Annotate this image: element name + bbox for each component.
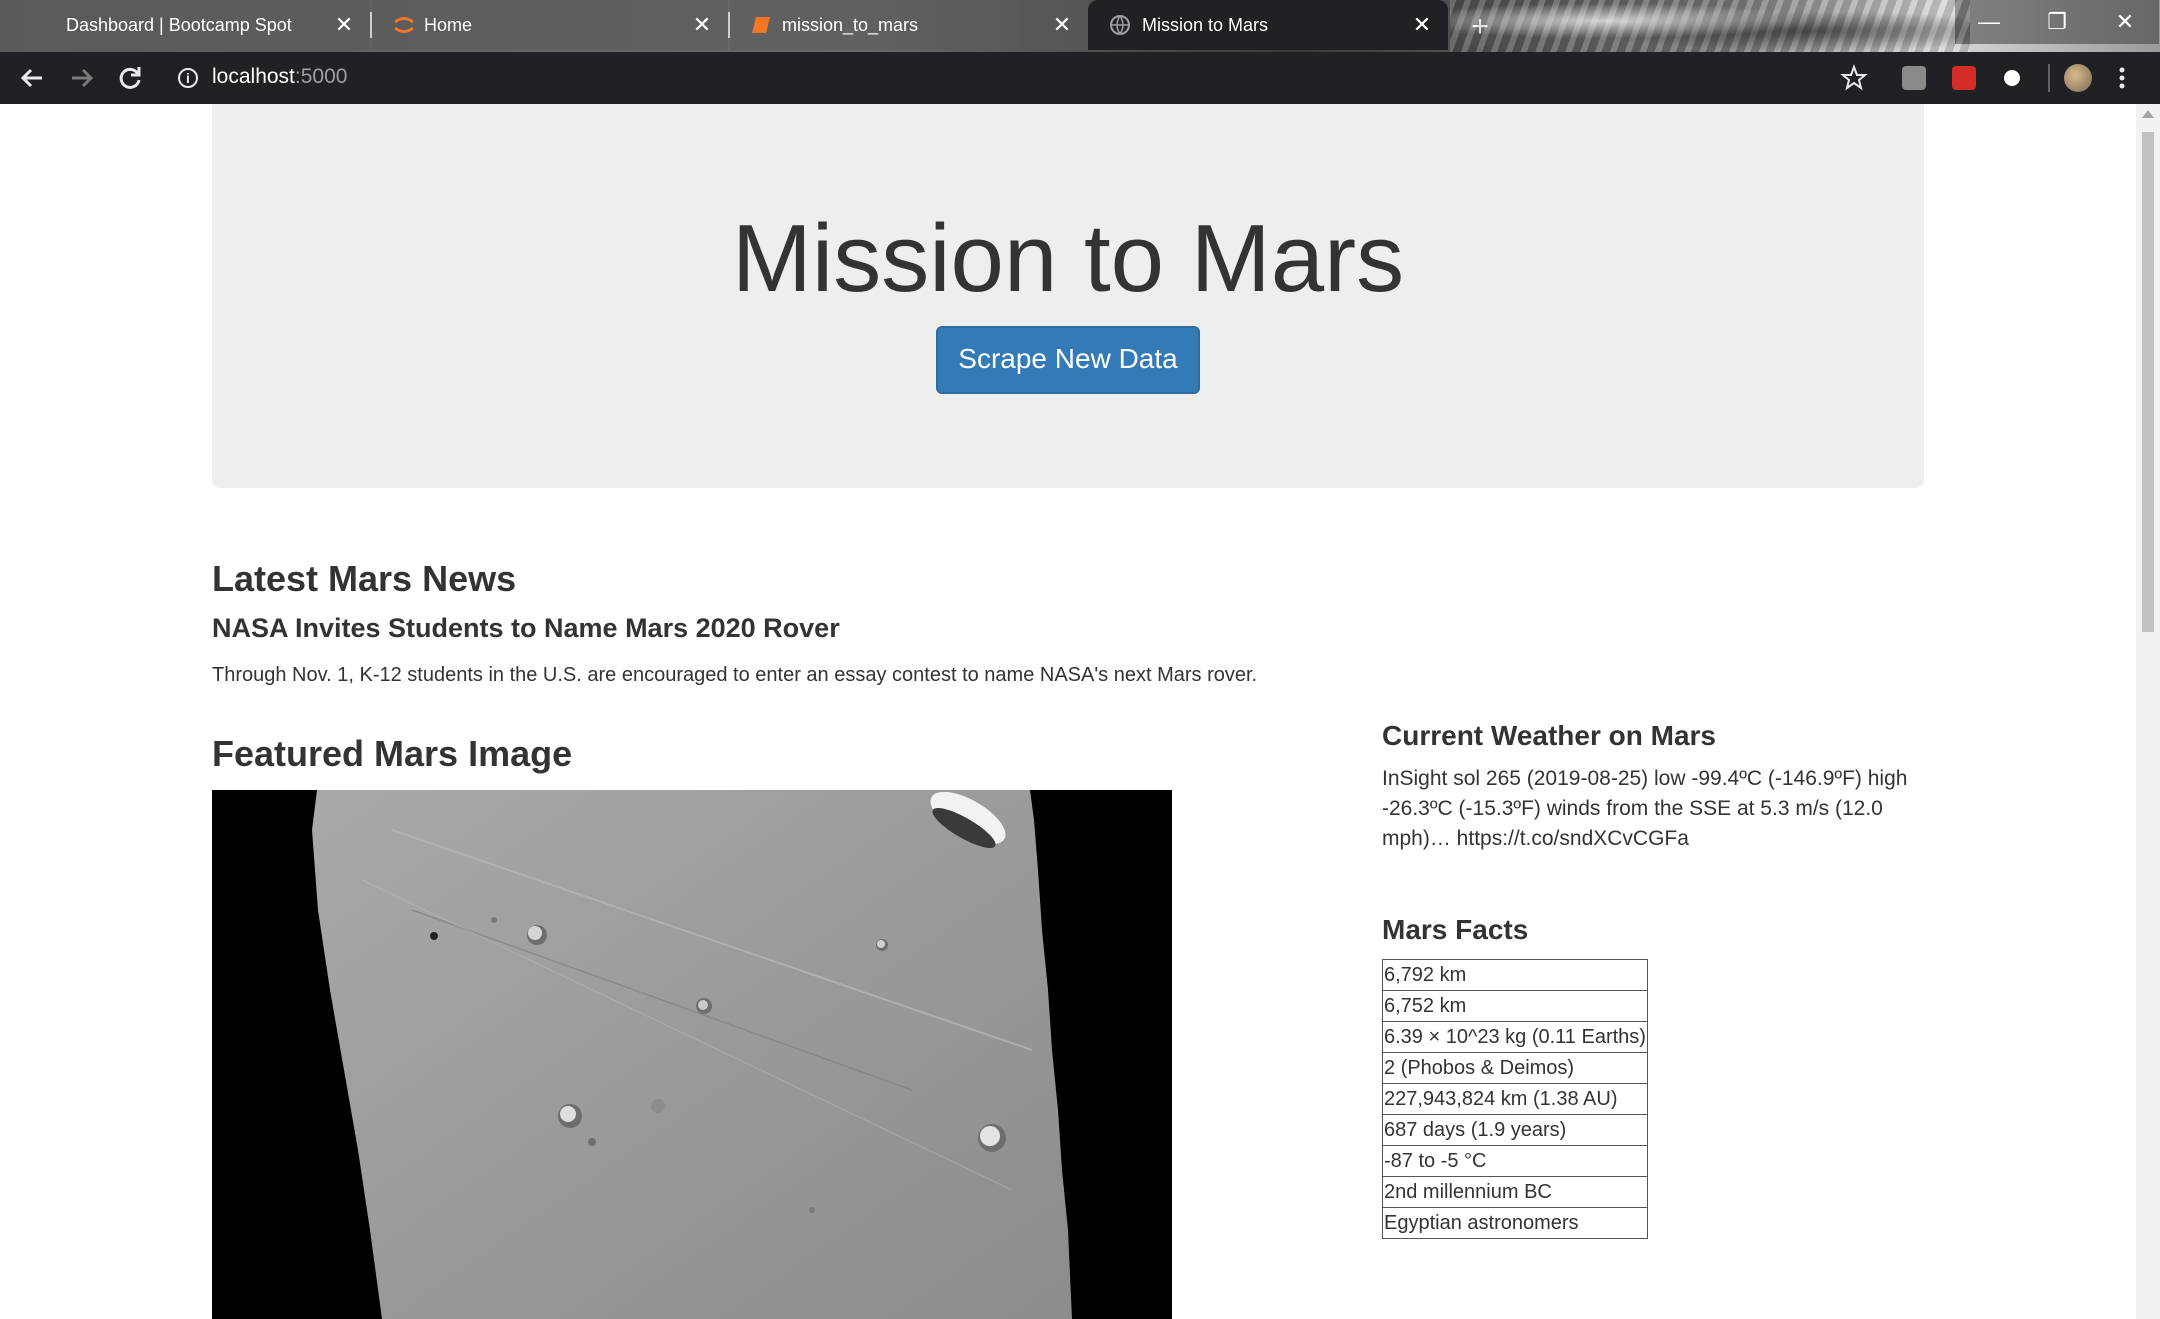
tab-home[interactable]: Home ✕ [372,0,728,50]
tab-mission-to-mars-notebook[interactable]: mission_to_mars ✕ [730,0,1088,50]
facts-heading: Mars Facts [1382,914,1529,945]
mars-facts-table: 6,792 km 6,752 km 6.39 × 10^23 kg (0.11 … [1382,959,1648,1239]
page-content: Mission to Mars Scrape New Data Latest M… [0,104,2136,1319]
news-heading: Latest Mars News [212,558,517,599]
forward-icon[interactable] [66,62,98,94]
table-row: -87 to -5 °C [1382,1145,1648,1177]
scroll-up-icon[interactable] [2142,110,2154,118]
news-title: NASA Invites Students to Name Mars 2020 … [212,613,840,643]
extension-circle-icon[interactable] [2000,66,2024,90]
tab-title: mission_to_mars [782,14,919,35]
url-host: localhost [212,65,295,88]
close-window-button[interactable]: ✕ [2091,0,2159,44]
table-row: 687 days (1.9 years) [1382,1114,1648,1146]
bookmark-star-icon[interactable] [1838,62,1870,94]
scrollbar-thumb[interactable] [2142,132,2154,632]
jumbotron: Mission to Mars Scrape New Data [212,104,1924,488]
table-row: 2nd millennium BC [1382,1176,1648,1208]
table-cell: 227,943,824 km (1.38 AU) [1382,1083,1648,1115]
weather-text: InSight sol 265 (2019-08-25) low -99.4ºC… [1382,767,1908,850]
table-cell: 687 days (1.9 years) [1382,1114,1648,1146]
tab-strip: Dashboard | Bootcamp Spot ✕ Home ✕ missi… [0,0,2160,52]
jupyter-icon [392,13,416,37]
table-row: 2 (Phobos & Deimos) [1382,1052,1648,1084]
menu-icon[interactable] [2112,62,2132,94]
table-cell: Egyptian astronomers [1382,1207,1648,1239]
back-icon[interactable] [16,62,48,94]
extension-k-icon[interactable] [1902,66,1926,90]
table-cell: 6,792 km [1382,959,1648,991]
toolbar-divider [2048,64,2050,92]
avatar[interactable] [2064,64,2092,92]
table-row: 6.39 × 10^23 kg (0.11 Earths) [1382,1021,1648,1053]
tab-dashboard[interactable]: Dashboard | Bootcamp Spot ✕ [0,0,370,50]
weather-heading: Current Weather on Mars [1382,720,1716,751]
address-bar[interactable]: localhost:5000 [212,65,347,89]
page-scrollbar[interactable] [2136,104,2160,1319]
new-tab-button[interactable]: + [1460,8,1500,48]
globe-icon [1108,13,1132,37]
featured-image-heading: Featured Mars Image [212,733,573,774]
extension-lastpass-icon[interactable] [1952,66,1976,90]
table-row: Egyptian astronomers [1382,1207,1648,1239]
close-icon[interactable]: ✕ [1050,13,1074,37]
featured-mars-image [212,790,1172,1319]
table-cell: 2nd millennium BC [1382,1176,1648,1208]
tab-mission-to-mars[interactable]: Mission to Mars ✕ [1088,0,1448,50]
page-title: Mission to Mars [731,205,1405,312]
table-cell: -87 to -5 °C [1382,1145,1648,1177]
table-row: 227,943,824 km (1.38 AU) [1382,1083,1648,1115]
news-paragraph: Through Nov. 1, K-12 students in the U.S… [212,664,1258,686]
table-cell: 6.39 × 10^23 kg (0.11 Earths) [1382,1021,1648,1053]
close-icon[interactable]: ✕ [332,13,356,37]
scrape-new-data-button[interactable]: Scrape New Data [936,326,1200,394]
tab-title: Mission to Mars [1142,14,1269,35]
close-icon[interactable]: ✕ [1410,13,1434,37]
browser-toolbar: i localhost:5000 [0,52,2160,104]
table-cell: 2 (Phobos & Deimos) [1382,1052,1648,1084]
table-row: 6,752 km [1382,990,1648,1022]
table-row: 6,792 km [1382,959,1648,991]
tab-title: Home [424,14,473,35]
url-port: :5000 [294,65,348,88]
reload-icon[interactable] [114,62,146,94]
tab-title: Dashboard | Bootcamp Spot [66,14,292,35]
restore-button[interactable]: ❐ [2023,0,2091,44]
notebook-icon [750,13,774,37]
minimize-button[interactable]: — [1955,0,2023,44]
close-icon[interactable]: ✕ [690,13,714,37]
table-cell: 6,752 km [1382,990,1648,1022]
info-icon[interactable]: i [178,68,198,88]
